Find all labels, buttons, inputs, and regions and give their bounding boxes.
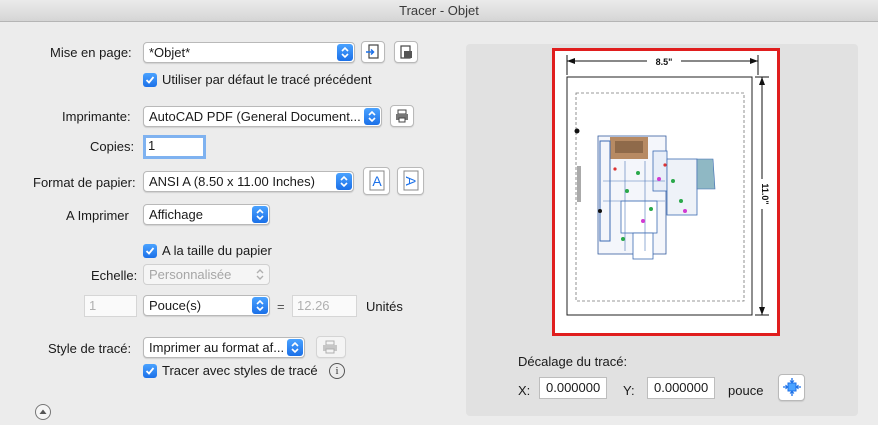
chevron-updown-icon: [252, 266, 268, 283]
chevron-updown-icon: [337, 44, 353, 61]
plot-style-value: Imprimer au format af...: [149, 340, 285, 355]
paper-preview: 8.5" 11.0": [566, 55, 770, 316]
page-setup-label: Mise en page:: [50, 45, 132, 60]
printer-value: AutoCAD PDF (General Document...: [149, 109, 361, 124]
scale-value2-input[interactable]: 12.26: [292, 295, 357, 317]
chevron-updown-icon: [287, 339, 303, 356]
page-setup-value: *Objet*: [149, 45, 191, 60]
triangle-up-icon: [39, 409, 47, 414]
page-setup-select[interactable]: *Objet*: [143, 42, 355, 63]
checkmark-icon: [145, 367, 155, 375]
equals-sign: =: [277, 299, 285, 314]
printer-select[interactable]: AutoCAD PDF (General Document...: [143, 106, 382, 127]
chevron-updown-icon: [252, 297, 268, 314]
units-label: Unités: [366, 299, 403, 314]
copies-input[interactable]: 1: [143, 135, 206, 159]
offset-x-input[interactable]: 0.000000: [539, 377, 607, 399]
scale-select[interactable]: Personnalisée: [143, 264, 270, 285]
window-title: Tracer - Objet: [0, 0, 878, 22]
plot-with-styles-label: Tracer avec styles de tracé: [162, 363, 318, 378]
checkmark-icon: [145, 247, 155, 255]
svg-text:A: A: [403, 176, 419, 186]
printer-icon: [396, 109, 408, 123]
landscape-orientation-icon: A: [403, 170, 419, 191]
fit-to-paper-label: A la taille du papier: [162, 243, 272, 258]
chevron-updown-icon: [364, 108, 380, 125]
expand-options-button[interactable]: [35, 404, 51, 420]
portrait-button[interactable]: A: [363, 167, 390, 195]
scale-value1-input[interactable]: 1: [84, 295, 137, 317]
portrait-orientation-icon: A: [369, 170, 385, 191]
chevron-updown-icon: [336, 173, 352, 190]
paper-size-value: ANSI A (8.50 x 11.00 Inches): [149, 174, 315, 189]
printer-label: Imprimante:: [62, 109, 131, 124]
plot-area-label: A Imprimer: [66, 208, 129, 223]
center-plot-button[interactable]: [778, 374, 805, 401]
plot-style-select[interactable]: Imprimer au format af...: [143, 337, 305, 358]
offset-x-label: X:: [518, 383, 531, 398]
landscape-button[interactable]: A: [397, 167, 424, 195]
import-icon: [366, 44, 379, 59]
checkmark-icon: [145, 76, 155, 84]
offset-y-input[interactable]: 0.000000: [647, 377, 715, 399]
center-icon: [783, 378, 801, 396]
paper-height-label: 11.0": [760, 183, 770, 204]
offset-y-label: Y:: [623, 383, 635, 398]
offset-unit-label: pouce: [728, 383, 764, 398]
fit-to-paper-checkbox[interactable]: [143, 244, 157, 258]
offset-title: Décalage du tracé:: [518, 354, 628, 369]
printer-icon: [323, 340, 337, 354]
use-default-checkbox[interactable]: [143, 73, 157, 87]
use-default-label: Utiliser par défaut le tracé précédent: [162, 72, 372, 87]
chevron-updown-icon: [252, 206, 268, 223]
plot-style-label: Style de tracé:: [48, 341, 132, 356]
info-icon[interactable]: i: [329, 363, 345, 379]
copies-label: Copies:: [90, 139, 135, 154]
paper-width-label: 8.5": [656, 57, 673, 67]
import-page-setup-button[interactable]: [361, 41, 385, 63]
plot-with-styles-checkbox[interactable]: [143, 364, 157, 378]
scale-unit-select[interactable]: Pouce(s): [143, 295, 270, 316]
scale-label: Echelle:: [91, 268, 138, 283]
edit-plot-style-button[interactable]: [316, 336, 346, 358]
paper-size-select[interactable]: ANSI A (8.50 x 11.00 Inches): [143, 171, 354, 192]
plot-area-select[interactable]: Affichage: [143, 204, 270, 225]
paper-size-label: Format de papier:: [33, 175, 136, 190]
scale-value: Personnalisée: [149, 267, 232, 282]
svg-text:A: A: [372, 173, 382, 189]
printer-properties-button[interactable]: [390, 105, 414, 127]
plot-area-value: Affichage: [149, 207, 203, 222]
document-icon: [400, 45, 412, 59]
scale-unit-value: Pouce(s): [149, 298, 202, 313]
page-setup-manager-button[interactable]: [394, 41, 418, 63]
